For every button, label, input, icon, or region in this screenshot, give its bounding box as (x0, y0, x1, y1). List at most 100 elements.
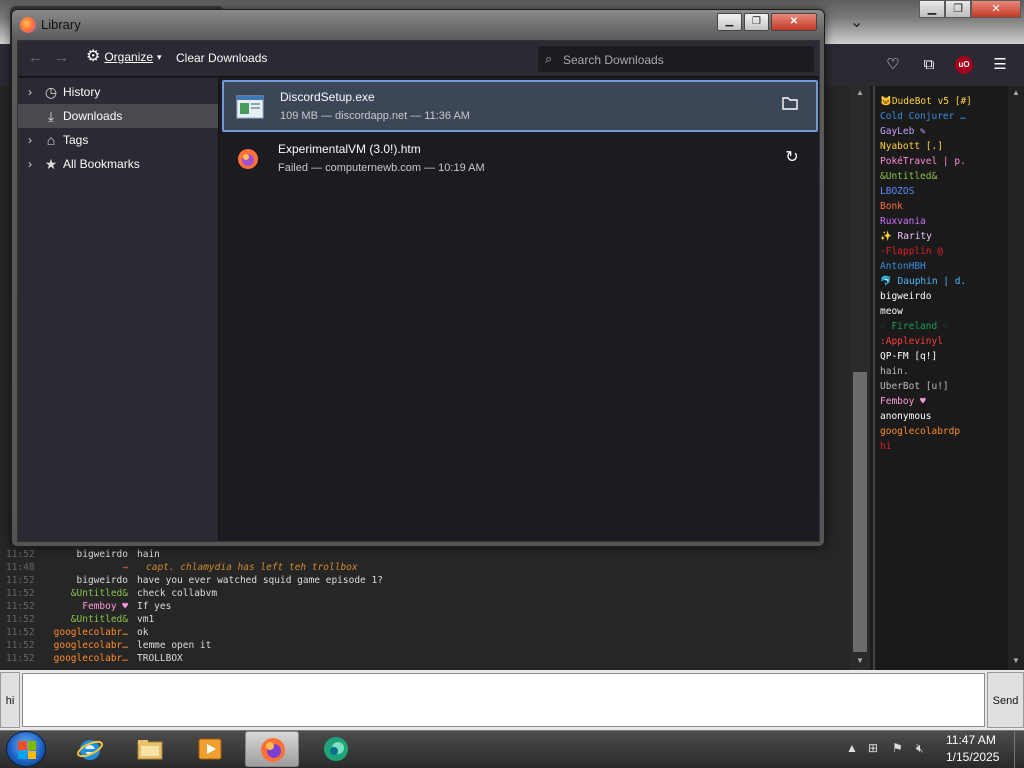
user-list: 🐱DudeBot v5 [#] Cold Conjurer … GayLeb ✎ Ny… (880, 94, 972, 454)
library-close-button[interactable]: ✕ (771, 13, 817, 31)
sidebar-item-all-bookmarks[interactable]: › ★ All Bookmarks (18, 152, 218, 176)
user-list-item[interactable]: ♢ Fireland ♢ (880, 319, 972, 334)
action-center-flag-icon[interactable]: ⚑ (892, 741, 906, 755)
chat-username[interactable]: Femboy ♥ (82, 600, 128, 613)
browser-minimize-button[interactable]: ▁ (919, 0, 945, 18)
pocket-icon[interactable]: ♡ (882, 54, 904, 76)
download-icon: ⤓ (47, 108, 55, 124)
chat-username[interactable]: googlecolabr… (54, 639, 128, 652)
user-list-item[interactable]: 🐬 Dauphin | d. (880, 274, 972, 289)
chat-message-input[interactable] (22, 673, 985, 727)
user-list-item[interactable]: :Applevinyl (880, 334, 972, 349)
chat-timestamp: 11:52 (6, 653, 35, 664)
chat-timestamp: 11:52 (6, 640, 35, 651)
user-list-item[interactable]: Nyabott [.] (880, 139, 972, 154)
sidebar-item-tags[interactable]: › ⌂ Tags (18, 128, 218, 152)
chat-username[interactable]: bigweirdo (77, 574, 128, 587)
show-hidden-icons-icon[interactable]: ▲ (846, 741, 860, 755)
library-minimize-button[interactable]: ▁ (717, 13, 742, 31)
start-button[interactable] (6, 731, 46, 767)
user-list-item[interactable]: Bonk (880, 199, 972, 214)
chat-username[interactable]: googlecolabr… (54, 626, 128, 639)
users-scroll-down-icon[interactable]: ▼ (1009, 656, 1023, 668)
expand-chevron-icon[interactable]: › (28, 152, 32, 176)
expand-chevron-icon[interactable]: › (28, 80, 32, 104)
users-scroll-up-icon[interactable]: ▲ (1009, 88, 1023, 100)
back-arrow-icon[interactable]: ← (28, 49, 43, 66)
media-player-icon (198, 738, 222, 760)
download-item[interactable]: ExperimentalVM (3.0!).htm Failed — compu… (222, 134, 818, 186)
volume-muted-icon[interactable]: 🔇︎ (916, 741, 930, 755)
clock-date[interactable]: 1/15/2025 (946, 750, 999, 764)
sidebar-item-downloads[interactable]: ⤓ Downloads (18, 104, 218, 128)
browser-close-button[interactable]: ✕ (971, 0, 1021, 18)
library-toolbar: ← → ⚙ Organize ▾ Clear Downloads ⌕ (18, 41, 819, 77)
chat-scroll-thumb[interactable] (853, 372, 867, 652)
hi-button[interactable]: hi (0, 672, 20, 728)
user-list-item[interactable]: Ruxvania (880, 214, 972, 229)
chat-message-text: lemme open it (137, 640, 212, 651)
search-downloads-box[interactable]: ⌕ (538, 46, 814, 72)
user-list-item[interactable]: AntonHBH (880, 259, 972, 274)
user-list-item[interactable]: hi (880, 439, 972, 454)
extensions-icon[interactable]: ⧉ (918, 54, 940, 76)
chat-timestamp: 11:52 (6, 601, 35, 612)
user-list-item[interactable]: bigweirdo (880, 289, 972, 304)
scroll-up-icon[interactable]: ▲ (853, 88, 867, 100)
search-downloads-input[interactable] (563, 51, 803, 68)
organize-button[interactable]: ⚙ Organize ▾ (86, 49, 162, 65)
taskbar-firefox[interactable] (245, 731, 299, 767)
chat-username[interactable]: &Untitled& (71, 613, 128, 626)
ublock-icon[interactable]: uO (955, 56, 973, 74)
chat-username[interactable]: &Untitled& (71, 587, 128, 600)
chat-username[interactable]: googlecolabr… (54, 652, 128, 665)
taskbar-edge[interactable] (309, 731, 363, 767)
list-all-tabs-chevron-icon[interactable]: ⌄ (850, 12, 863, 32)
network-icon[interactable]: ⊞ (868, 741, 882, 755)
user-list-item[interactable]: PokéTravel | p. (880, 154, 972, 169)
chat-scrollbar[interactable]: ▲ ▼ (850, 86, 870, 670)
user-list-item[interactable]: UberBot [u!] (880, 379, 972, 394)
user-list-item[interactable]: Femboy ♥ (880, 394, 972, 409)
sidebar-item-history[interactable]: › ◷ History (18, 80, 218, 104)
user-list-item[interactable]: anonymous (880, 409, 972, 424)
chat-username[interactable]: bigweirdo (77, 548, 128, 561)
chat-message-row: 11:52 bigweirdo hain (0, 548, 850, 561)
taskbar-file-explorer[interactable] (123, 731, 177, 767)
taskbar-internet-explorer[interactable] (63, 731, 117, 767)
user-list-item[interactable]: QP-FM [q!] (880, 349, 972, 364)
download-status: 109 MB — discordapp.net — 11:36 AM (280, 110, 470, 122)
chat-username[interactable]: → (122, 561, 128, 574)
retry-icon[interactable]: ↻ (782, 148, 802, 168)
download-item[interactable]: DiscordSetup.exe 109 MB — discordapp.net… (222, 80, 818, 132)
send-button[interactable]: Send (987, 672, 1024, 728)
user-list-item[interactable]: googlecolabrdp (880, 424, 972, 439)
chat-messages: 11:52 bigweirdo hain 11:48 → capt. chlamydia … (0, 548, 850, 665)
users-scrollbar[interactable]: ▲ ▼ (1008, 86, 1024, 670)
user-list-item[interactable]: LBOZOS (880, 184, 972, 199)
user-list-item[interactable]: meow (880, 304, 972, 319)
taskbar-media-player[interactable] (183, 731, 237, 767)
forward-arrow-icon[interactable]: → (54, 49, 69, 66)
gear-icon: ⚙ (86, 48, 101, 65)
search-icon: ⌕ (545, 51, 553, 66)
menu-icon[interactable]: ☰ (989, 54, 1011, 76)
chat-message-row: 11:52 googlecolabr… ok (0, 626, 850, 639)
user-list-item[interactable]: &Untitled& (880, 169, 972, 184)
clear-downloads-button[interactable]: Clear Downloads (176, 51, 267, 65)
user-list-item[interactable]: Cold Conjurer … (880, 109, 972, 124)
user-list-item[interactable]: 🐱DudeBot v5 [#] (880, 94, 972, 109)
clock-time[interactable]: 11:47 AM (946, 733, 996, 747)
user-list-item[interactable]: -Flapplin @ (880, 244, 972, 259)
scroll-down-icon[interactable]: ▼ (853, 656, 867, 668)
user-list-item[interactable]: ✨ Rarity (880, 229, 972, 244)
browser-maximize-button[interactable]: ❐ (945, 0, 971, 18)
edge-icon (324, 737, 348, 761)
sidebar-item-label: Tags (63, 133, 89, 147)
library-maximize-button[interactable]: ❐ (744, 13, 769, 31)
user-list-item[interactable]: hain. (880, 364, 972, 379)
expand-chevron-icon[interactable]: › (28, 128, 32, 152)
show-desktop-button[interactable] (1014, 731, 1024, 768)
folder-icon[interactable] (780, 96, 800, 116)
user-list-item[interactable]: GayLeb ✎ (880, 124, 972, 139)
